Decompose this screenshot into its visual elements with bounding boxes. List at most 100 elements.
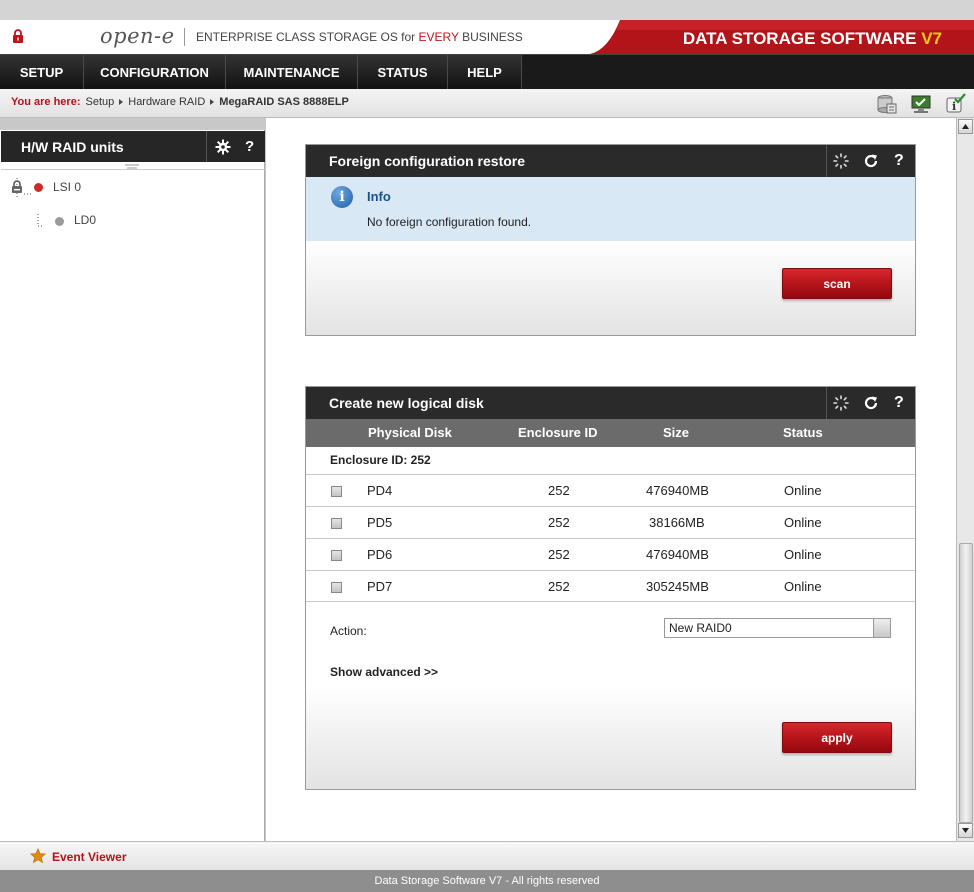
menu-setup[interactable]: SETUP	[0, 55, 84, 90]
header-divider	[206, 131, 207, 162]
action-select[interactable]: New RAID0	[664, 618, 891, 638]
window-top-strip	[0, 0, 974, 20]
banner-divider	[184, 28, 185, 46]
product-name: DATA STORAGE SOFTWARE	[682, 29, 922, 48]
tagline-highlight: EVERY	[418, 30, 459, 44]
star-icon	[30, 848, 46, 864]
info-message: i Info No foreign configuration found.	[306, 177, 915, 242]
cell-disk: PD7	[367, 579, 393, 594]
menu-status[interactable]: STATUS	[358, 55, 448, 90]
scroll-thumb[interactable]	[959, 543, 973, 823]
vertical-scrollbar[interactable]	[956, 118, 974, 841]
help-icon[interactable]: ?	[894, 152, 904, 170]
tagline-text-end: BUSINESS	[458, 30, 523, 44]
scroll-up-button[interactable]	[958, 119, 973, 134]
foreign-config-panel: Foreign configuration restore ? i Info N…	[305, 144, 916, 336]
panel-title: H/W RAID units	[21, 139, 124, 155]
cell-size: 38166MB	[649, 515, 705, 530]
status-dot-icon	[55, 217, 64, 226]
breadcrumb-hardware-raid[interactable]: Hardware RAID	[128, 96, 205, 108]
cell-status: Online	[784, 515, 822, 530]
event-viewer-bar: Event Viewer	[0, 841, 974, 870]
disk-checkbox[interactable]	[331, 518, 342, 529]
breadcrumb-arrow-icon	[210, 99, 215, 105]
breadcrumb-label: You are here:	[11, 96, 81, 108]
cell-enclosure: 252	[548, 515, 570, 530]
tagline-text: ENTERPRISE CLASS STORAGE OS for	[196, 30, 419, 44]
enclosure-group-label: Enclosure ID: 252	[330, 453, 431, 467]
help-icon[interactable]: ?	[894, 394, 904, 412]
cell-status: Online	[784, 483, 822, 498]
svg-text:i: i	[952, 100, 956, 113]
arrow-down-icon	[962, 828, 969, 833]
resize-grip[interactable]	[1, 162, 265, 170]
help-icon[interactable]: ?	[245, 138, 254, 155]
tree-node-ld0[interactable]: LD0	[74, 213, 96, 227]
disk-checkbox[interactable]	[331, 486, 342, 497]
breadcrumb-setup[interactable]: Setup	[86, 96, 115, 108]
menu-help[interactable]: HELP	[448, 55, 522, 90]
panel-title: Foreign configuration restore	[329, 153, 526, 169]
header-divider	[826, 387, 827, 419]
action-label: Action:	[330, 624, 367, 638]
open-e-logo: open-e	[100, 24, 175, 48]
lock-icon[interactable]	[12, 29, 24, 43]
monitor-check-icon[interactable]	[910, 93, 932, 115]
info-title: Info	[367, 189, 391, 204]
info-text: No foreign configuration found.	[367, 215, 532, 229]
cell-status: Online	[784, 547, 822, 562]
tree-node-lsi0[interactable]: LSI 0	[53, 180, 81, 194]
cell-enclosure: 252	[548, 547, 570, 562]
disk-checkbox[interactable]	[331, 550, 342, 561]
column-status: Status	[783, 425, 823, 440]
table-row: PD7 252 305245MB Online	[306, 570, 915, 602]
loading-spinner-icon	[833, 153, 849, 169]
scan-button[interactable]: scan	[782, 268, 892, 299]
collapse-lock-icon[interactable]	[11, 180, 23, 193]
disk-table-header: Physical Disk Enclosure ID Size Status	[306, 419, 915, 447]
refresh-icon[interactable]	[863, 395, 879, 411]
column-physical-disk: Physical Disk	[368, 425, 452, 440]
chevron-down-icon[interactable]	[873, 619, 890, 637]
panel-title: Create new logical disk	[329, 395, 484, 411]
cell-size: 476940MB	[646, 483, 709, 498]
event-viewer-link[interactable]: Event Viewer	[52, 850, 126, 864]
breadcrumb-megaraid: MegaRAID SAS 8888ELP	[219, 96, 349, 108]
refresh-icon[interactable]	[863, 153, 879, 169]
cell-size: 476940MB	[646, 547, 709, 562]
grip-lines-icon	[125, 164, 139, 169]
info-check-icon[interactable]: i	[944, 93, 966, 115]
menu-configuration[interactable]: CONFIGURATION	[84, 55, 226, 90]
disk-checkbox[interactable]	[331, 582, 342, 593]
show-advanced-link[interactable]: Show advanced >>	[330, 665, 438, 679]
scroll-down-button[interactable]	[958, 823, 973, 838]
header-banner: open-e ENTERPRISE CLASS STORAGE OS for E…	[0, 20, 974, 54]
table-row: PD4 252 476940MB Online	[306, 474, 915, 506]
info-icon: i	[331, 186, 353, 208]
product-version: V7	[921, 29, 942, 48]
header-divider	[826, 145, 827, 177]
menu-maintenance[interactable]: MAINTENANCE	[226, 55, 358, 90]
cell-disk: PD5	[367, 515, 393, 530]
cell-disk: PD6	[367, 547, 393, 562]
create-logical-disk-panel: Create new logical disk ? Physical Disk …	[305, 386, 916, 790]
gear-icon[interactable]	[215, 139, 231, 155]
cell-disk: PD4	[367, 483, 393, 498]
foreign-config-header: Foreign configuration restore ?	[306, 145, 915, 177]
hw-raid-units-panel: H/W RAID units ? LSI 0 LD0	[0, 130, 265, 841]
create-logical-disk-header: Create new logical disk ?	[306, 387, 915, 419]
column-enclosure-id: Enclosure ID	[518, 425, 598, 440]
action-select-value: New RAID0	[669, 621, 732, 635]
database-icon[interactable]	[876, 93, 898, 115]
arrow-up-icon	[962, 124, 969, 129]
column-size: Size	[663, 425, 690, 440]
apply-button[interactable]: apply	[782, 722, 892, 753]
footer-copyright: Data Storage Software V7 - All rights re…	[0, 870, 974, 892]
status-dot-icon	[34, 183, 43, 192]
hw-raid-units-header: H/W RAID units ?	[1, 131, 265, 162]
breadcrumb-arrow-icon	[119, 99, 124, 105]
cell-enclosure: 252	[548, 579, 570, 594]
banner-tagline: ENTERPRISE CLASS STORAGE OS for EVERY BU…	[196, 30, 523, 44]
table-row: PD5 252 38166MB Online	[306, 506, 915, 538]
main-menu: SETUP CONFIGURATION MAINTENANCE STATUS H…	[0, 54, 974, 90]
